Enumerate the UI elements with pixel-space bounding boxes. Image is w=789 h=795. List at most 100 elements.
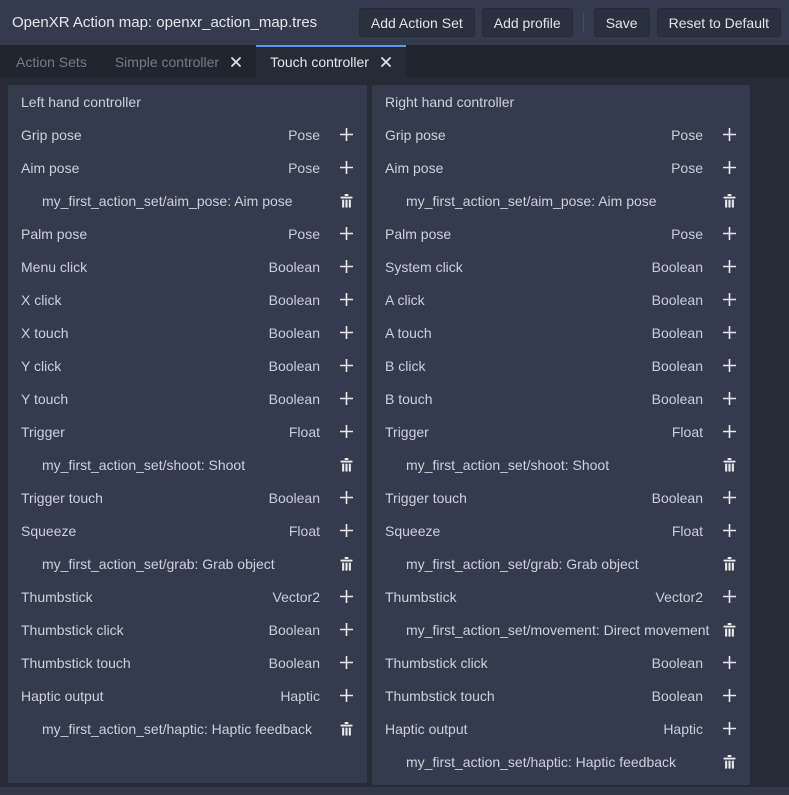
input-path-label: Haptic output xyxy=(21,688,280,704)
remove-binding-button[interactable] xyxy=(718,619,740,641)
action-row: X touch Boolean xyxy=(8,316,367,349)
plus-icon xyxy=(340,524,353,537)
binding-label: my_first_action_set/grab: Grab object xyxy=(385,556,718,572)
add-binding-button[interactable] xyxy=(718,124,740,146)
add-binding-button[interactable] xyxy=(335,355,357,377)
tab-simple-controller[interactable]: Simple controller xyxy=(101,45,256,77)
action-row: System click Boolean xyxy=(372,250,750,283)
add-binding-button[interactable] xyxy=(335,487,357,509)
add-binding-button[interactable] xyxy=(718,355,740,377)
plus-icon xyxy=(723,227,736,240)
input-type-label: Boolean xyxy=(269,259,320,275)
add-binding-button[interactable] xyxy=(718,256,740,278)
save-button[interactable]: Save xyxy=(594,8,650,37)
add-binding-button[interactable] xyxy=(718,289,740,311)
content-area: Left hand controller Grip pose Pose Aim … xyxy=(0,77,789,787)
binding-row: my_first_action_set/movement: Direct mov… xyxy=(372,613,750,646)
binding-label: my_first_action_set/aim_pose: Aim pose xyxy=(21,193,335,209)
input-type-label: Boolean xyxy=(652,325,703,341)
input-path-label: Palm pose xyxy=(21,226,288,242)
add-binding-button[interactable] xyxy=(335,421,357,443)
add-binding-button[interactable] xyxy=(335,289,357,311)
input-path-label: Trigger xyxy=(21,424,289,440)
input-path-label: Palm pose xyxy=(385,226,671,242)
add-binding-button[interactable] xyxy=(335,124,357,146)
action-row: Squeeze Float xyxy=(372,514,750,547)
plus-icon xyxy=(723,293,736,306)
tab-label: Touch controller xyxy=(270,54,369,70)
input-type-label: Boolean xyxy=(652,490,703,506)
input-type-label: Pose xyxy=(288,127,320,143)
remove-binding-button[interactable] xyxy=(335,190,357,212)
input-path-label: Grip pose xyxy=(385,127,671,143)
add-binding-button[interactable] xyxy=(718,652,740,674)
add-binding-button[interactable] xyxy=(718,388,740,410)
remove-binding-button[interactable] xyxy=(335,553,357,575)
add-binding-button[interactable] xyxy=(718,685,740,707)
remove-binding-button[interactable] xyxy=(718,454,740,476)
add-binding-button[interactable] xyxy=(335,520,357,542)
add-binding-button[interactable] xyxy=(718,520,740,542)
add-binding-button[interactable] xyxy=(335,388,357,410)
input-path-label: X touch xyxy=(21,325,269,341)
add-profile-button[interactable]: Add profile xyxy=(482,8,573,37)
add-binding-button[interactable] xyxy=(718,322,740,344)
remove-binding-button[interactable] xyxy=(335,718,357,740)
add-binding-button[interactable] xyxy=(718,421,740,443)
remove-binding-button[interactable] xyxy=(335,454,357,476)
input-path-label: Thumbstick xyxy=(21,589,273,605)
add-binding-button[interactable] xyxy=(718,223,740,245)
add-binding-button[interactable] xyxy=(718,586,740,608)
add-binding-button[interactable] xyxy=(335,322,357,344)
add-action-set-button[interactable]: Add Action Set xyxy=(359,8,475,37)
tab-touch-controller[interactable]: Touch controller xyxy=(256,45,406,77)
input-path-label: Thumbstick xyxy=(385,589,656,605)
action-row: X click Boolean xyxy=(8,283,367,316)
add-binding-button[interactable] xyxy=(335,256,357,278)
close-icon[interactable] xyxy=(230,56,242,68)
trash-icon xyxy=(340,458,353,472)
binding-label: my_first_action_set/grab: Grab object xyxy=(21,556,335,572)
trash-icon xyxy=(723,458,736,472)
tab-action-sets[interactable]: Action Sets xyxy=(2,45,101,77)
input-path-label: Aim pose xyxy=(21,160,288,176)
reset-to-default-button[interactable]: Reset to Default xyxy=(657,8,781,37)
action-row: A touch Boolean xyxy=(372,316,750,349)
add-binding-button[interactable] xyxy=(335,652,357,674)
action-row: Haptic output Haptic xyxy=(8,679,367,712)
add-binding-button[interactable] xyxy=(335,685,357,707)
input-path-label: Thumbstick touch xyxy=(21,655,269,671)
input-type-label: Boolean xyxy=(269,622,320,638)
plus-icon xyxy=(340,161,353,174)
add-binding-button[interactable] xyxy=(335,223,357,245)
bottom-strip xyxy=(0,787,789,795)
binding-row: my_first_action_set/aim_pose: Aim pose xyxy=(372,184,750,217)
remove-binding-button[interactable] xyxy=(718,553,740,575)
action-row: Grip pose Pose xyxy=(8,118,367,151)
add-binding-button[interactable] xyxy=(718,157,740,179)
panel-title: Right hand controller xyxy=(385,94,740,110)
plus-icon xyxy=(723,524,736,537)
tab-label: Simple controller xyxy=(115,54,219,70)
input-path-label: Y touch xyxy=(21,391,269,407)
input-path-label: Y click xyxy=(21,358,269,374)
action-row: B touch Boolean xyxy=(372,382,750,415)
action-row: Haptic output Haptic xyxy=(372,712,750,745)
add-binding-button[interactable] xyxy=(718,487,740,509)
input-type-label: Haptic xyxy=(663,721,703,737)
close-icon[interactable] xyxy=(380,56,392,68)
add-binding-button[interactable] xyxy=(335,157,357,179)
add-binding-button[interactable] xyxy=(718,718,740,740)
add-binding-button[interactable] xyxy=(335,619,357,641)
plus-icon xyxy=(723,656,736,669)
top-bar-actions: Add Action Set Add profile Save Reset to… xyxy=(359,8,781,37)
add-binding-button[interactable] xyxy=(335,586,357,608)
input-path-label: Trigger touch xyxy=(21,490,269,506)
input-type-label: Boolean xyxy=(652,358,703,374)
plus-icon xyxy=(340,590,353,603)
remove-binding-button[interactable] xyxy=(718,751,740,773)
input-type-label: Pose xyxy=(671,160,703,176)
remove-binding-button[interactable] xyxy=(718,190,740,212)
plus-icon xyxy=(340,491,353,504)
input-type-label: Boolean xyxy=(652,259,703,275)
